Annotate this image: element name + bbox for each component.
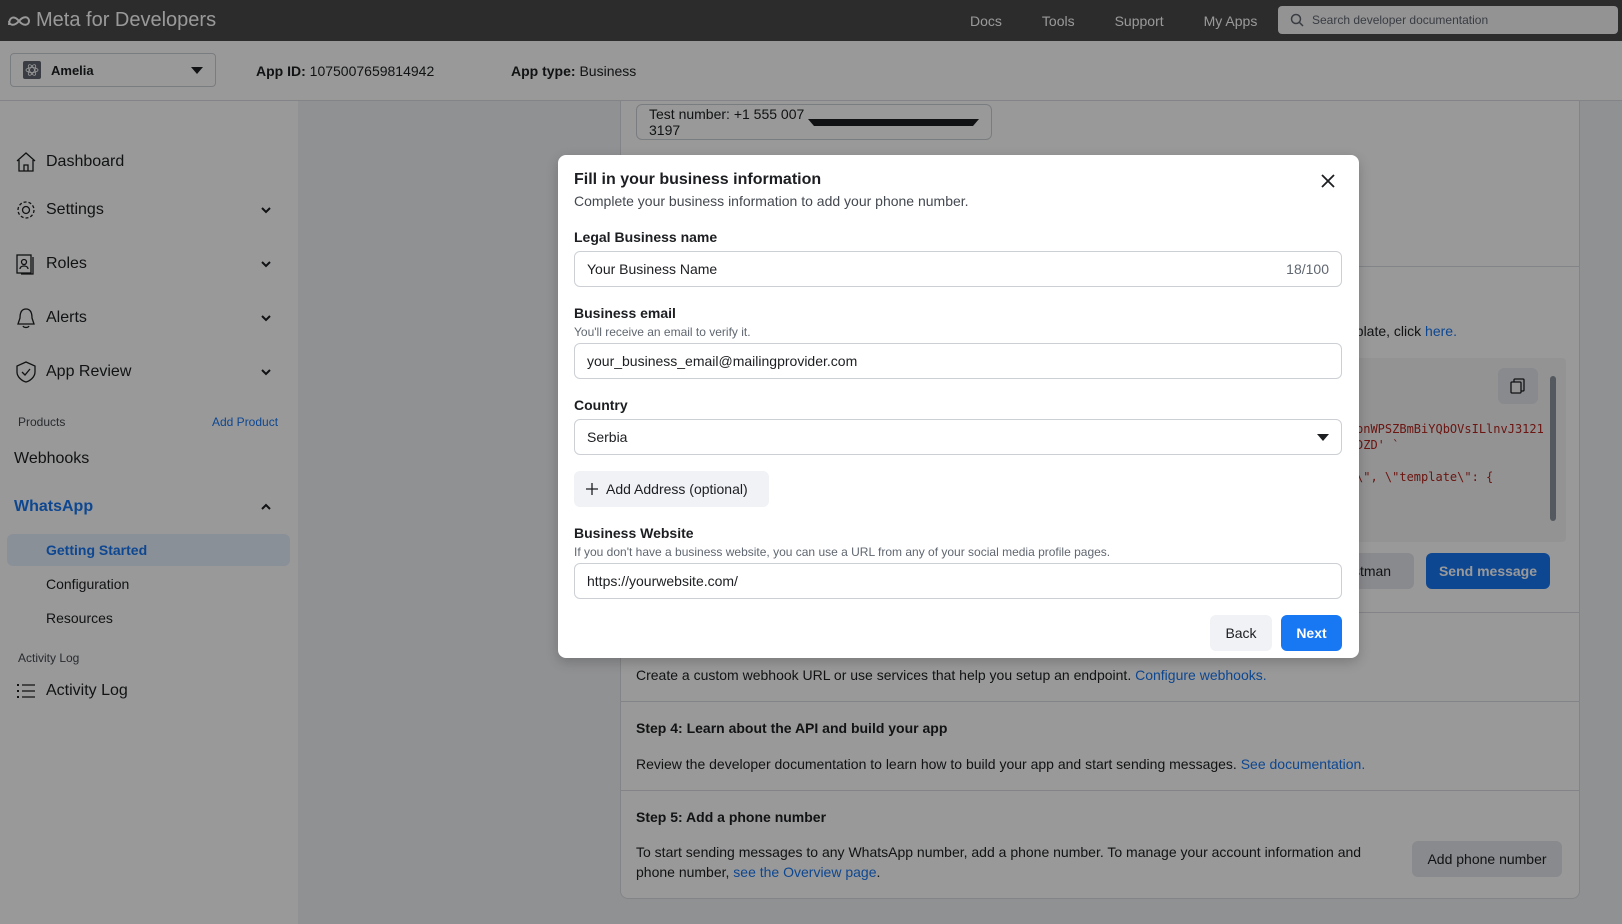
email-value: your_business_email@mailingprovider.com <box>587 353 858 369</box>
business-website-input[interactable]: https://yourwebsite.com/ <box>574 563 1342 599</box>
website-help: If you don't have a business website, yo… <box>574 545 1111 559</box>
next-button[interactable]: Next <box>1281 615 1342 651</box>
add-address-label: Add Address (optional) <box>606 481 748 497</box>
website-label: Business Website <box>574 525 694 541</box>
close-button[interactable] <box>1316 169 1340 193</box>
back-button[interactable]: Back <box>1210 615 1272 651</box>
country-select[interactable]: Serbia <box>574 419 1342 455</box>
close-icon <box>1321 174 1335 188</box>
legal-name-label: Legal Business name <box>574 229 718 245</box>
character-count: 18/100 <box>1286 261 1329 277</box>
dialog-title: Fill in your business information <box>574 171 822 188</box>
country-value: Serbia <box>587 429 628 445</box>
business-info-dialog: Fill in your business information Comple… <box>558 155 1359 658</box>
plus-icon <box>586 483 598 495</box>
email-help: You'll receive an email to verify it. <box>574 325 751 339</box>
add-address-button[interactable]: Add Address (optional) <box>574 471 769 507</box>
legal-name-value: Your Business Name <box>587 261 718 277</box>
business-email-input[interactable]: your_business_email@mailingprovider.com <box>574 343 1342 379</box>
legal-business-name-input[interactable]: Your Business Name 18/100 <box>574 251 1342 287</box>
country-label: Country <box>574 397 628 413</box>
caret-down-icon <box>1317 433 1329 441</box>
dialog-subtitle: Complete your business information to ad… <box>574 193 969 209</box>
website-value: https://yourwebsite.com/ <box>587 573 738 589</box>
email-label: Business email <box>574 305 676 321</box>
